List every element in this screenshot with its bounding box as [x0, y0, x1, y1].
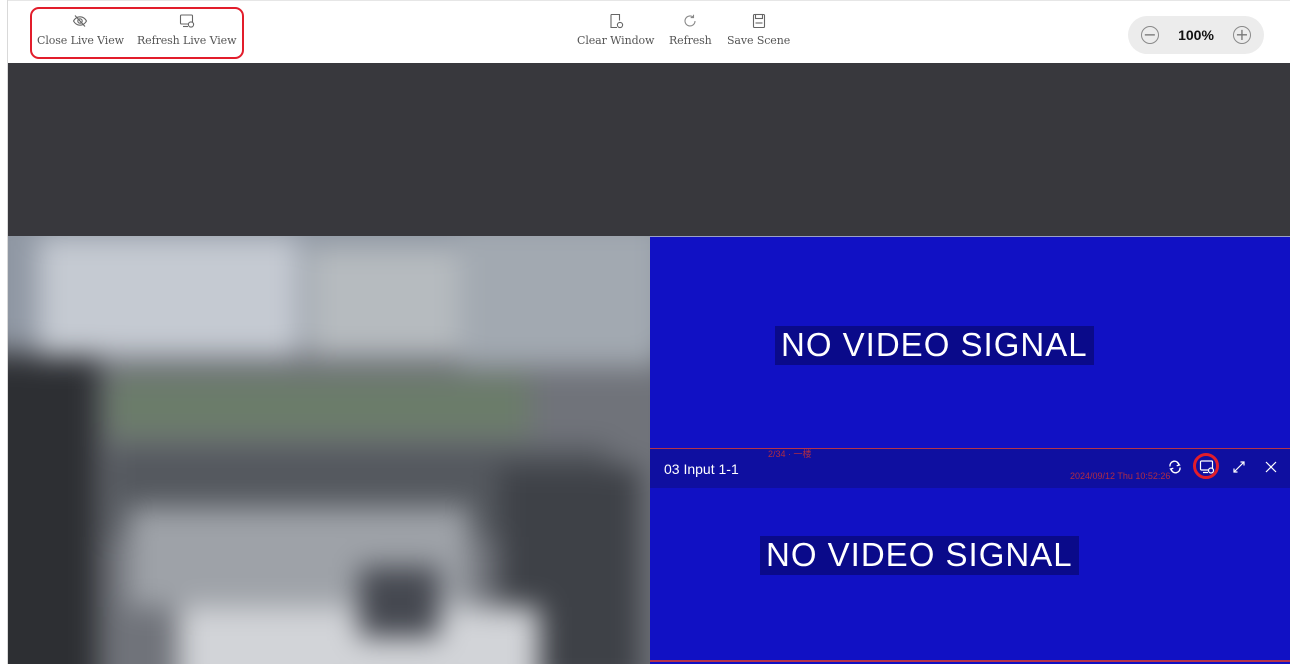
window-header: 03 Input 1-1 2/34 · 一楼 2024/09/12 Thu 10…	[650, 449, 1290, 488]
blurred-camera-image	[8, 236, 650, 664]
window-title: 03 Input 1-1	[664, 460, 739, 477]
refresh-button[interactable]: Refresh	[669, 13, 712, 47]
osd-label: 2/34 · 一楼	[768, 449, 812, 459]
close-icon	[1265, 461, 1277, 473]
refresh-label: Refresh	[669, 34, 712, 47]
no-signal-message: NO VIDEO SIGNAL	[760, 536, 1079, 575]
zoom-level: 100%	[1178, 27, 1214, 43]
fullscreen-icon	[1233, 461, 1245, 473]
annotation-highlight-box	[30, 7, 244, 59]
save-icon	[752, 13, 765, 29]
video-window-top-right[interactable]: NO VIDEO SIGNAL	[650, 236, 1290, 448]
window-actions	[1164, 453, 1282, 479]
refresh-icon	[684, 14, 696, 27]
save-scene-label: Save Scene	[727, 34, 791, 47]
zoom-in-button[interactable]: +	[1233, 26, 1251, 44]
window-border-bottom	[650, 660, 1290, 662]
window-frame-left	[0, 0, 8, 664]
save-scene-button[interactable]: Save Scene	[727, 13, 790, 47]
camera-live-view[interactable]	[8, 236, 650, 664]
switch-icon	[1169, 460, 1181, 474]
video-window-bottom-right[interactable]: 03 Input 1-1 2/34 · 一楼 2024/09/12 Thu 10…	[650, 448, 1290, 664]
refresh-live-view-window-button[interactable]	[1193, 453, 1219, 479]
annotation-highlight-circle	[1193, 453, 1219, 479]
no-signal-message: NO VIDEO SIGNAL	[775, 326, 1094, 365]
clear-window-button[interactable]: Clear Window	[577, 13, 654, 47]
switch-button[interactable]	[1164, 456, 1186, 478]
zoom-control: − 100% +	[1128, 16, 1264, 54]
clear-window-icon	[610, 13, 623, 29]
clear-window-label: Clear Window	[577, 34, 655, 47]
osd-timestamp: 2024/09/12 Thu 10:52:26	[1070, 471, 1171, 481]
zoom-out-button[interactable]: −	[1141, 26, 1159, 44]
close-window-button[interactable]	[1260, 456, 1282, 478]
fullscreen-button[interactable]	[1228, 456, 1250, 478]
video-wall-empty-area	[8, 63, 1290, 236]
